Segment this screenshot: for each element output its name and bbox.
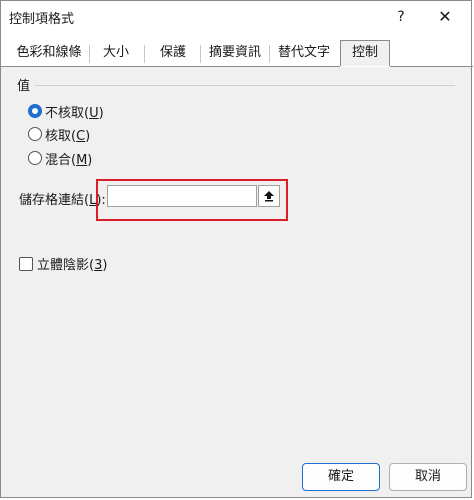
tab-colors-lines[interactable]: 色彩和線條 [15, 41, 83, 65]
cancel-button[interactable]: 取消 [389, 463, 467, 491]
panel-border [1, 66, 340, 67]
tab-separator [144, 45, 145, 63]
radio-label: 不核取(U) [45, 105, 104, 121]
shading-checkbox-row[interactable]: 立體陰影(3) [19, 254, 107, 273]
ok-button[interactable]: 確定 [302, 463, 380, 491]
value-group-label: 值 [17, 79, 31, 94]
help-button[interactable]: ? [385, 1, 417, 33]
cell-link-label: 儲存格連結(L): [19, 193, 106, 208]
radio-unchecked[interactable]: 不核取(U) [28, 102, 104, 121]
format-control-dialog: 控制項格式 ? ✕ 色彩和線條 大小 保護 摘要資訊 替代文字 控制 值 不核取… [0, 0, 473, 498]
dialog-title: 控制項格式 [9, 12, 75, 27]
tab-size[interactable]: 大小 [96, 41, 136, 65]
tab-properties[interactable]: 摘要資訊 [206, 41, 264, 65]
tab-separator [89, 45, 90, 63]
tab-alt-text[interactable]: 替代文字 [275, 41, 333, 65]
highlight-annotation-box [96, 179, 288, 221]
radio-button[interactable] [28, 151, 42, 165]
radio-button-selected[interactable] [28, 104, 42, 118]
radio-button[interactable] [28, 127, 42, 141]
close-button[interactable]: ✕ [429, 1, 461, 33]
radio-mixed[interactable]: 混合(M) [28, 149, 93, 168]
panel-border [390, 66, 473, 67]
value-group-divider [35, 85, 455, 86]
radio-label: 核取(C) [45, 128, 91, 144]
shading-checkbox[interactable] [19, 256, 33, 271]
radio-label: 混合(M) [45, 152, 93, 168]
title-bar: 控制項格式 ? ✕ [1, 1, 471, 33]
tab-separator [200, 45, 201, 63]
tab-control[interactable]: 控制 [340, 40, 390, 66]
radio-checked[interactable]: 核取(C) [28, 125, 91, 144]
shading-label: 立體陰影(3) [37, 258, 108, 273]
tab-protection[interactable]: 保護 [151, 41, 195, 65]
tab-separator [269, 45, 270, 63]
